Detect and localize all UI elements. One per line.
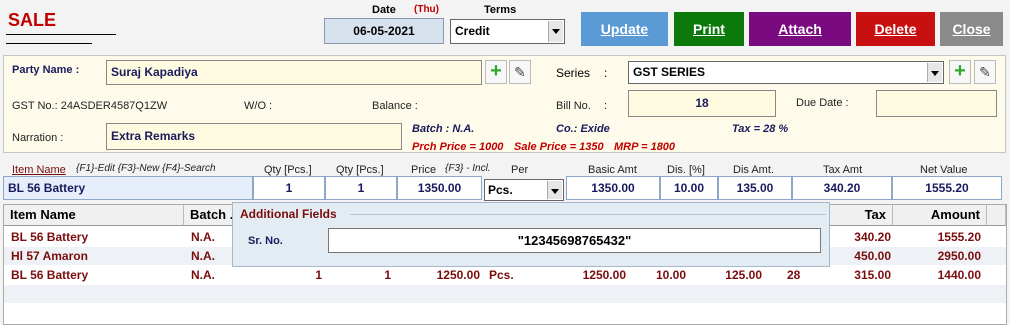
row-tax-pct: 28 bbox=[787, 268, 801, 282]
sr-no-field[interactable]: "12345698765432" bbox=[328, 228, 821, 253]
narration-label: Narration : bbox=[12, 132, 64, 144]
row-qty2: 1 bbox=[384, 268, 391, 282]
title-underline bbox=[6, 34, 116, 35]
sr-no-label: Sr. No. bbox=[248, 235, 283, 247]
row-tax: 450.00 bbox=[854, 249, 891, 263]
grid-tax-header[interactable]: Tax bbox=[829, 205, 893, 226]
balance-label: Balance : bbox=[372, 100, 418, 112]
entry-per-select[interactable]: Pcs. bbox=[484, 179, 564, 201]
due-date-field[interactable] bbox=[876, 90, 997, 117]
row-qty1: 1 bbox=[315, 268, 322, 282]
entry-item-hint: {F1}-Edit {F3}-New {F4}-Search bbox=[76, 163, 216, 174]
entry-dis-pct-header: Dis. [%] bbox=[667, 164, 705, 176]
chevron-down-icon[interactable] bbox=[927, 63, 942, 82]
day-label: (Thu) bbox=[414, 4, 439, 15]
terms-value: Credit bbox=[455, 24, 490, 38]
entry-dis-amt-header: Dis Amt. bbox=[733, 164, 774, 176]
entry-dis-pct-field[interactable]: 10.00 bbox=[660, 176, 718, 200]
page-title: SALE bbox=[8, 10, 57, 30]
chevron-down-icon[interactable] bbox=[547, 181, 562, 199]
entry-qty2-field[interactable]: 1 bbox=[325, 176, 397, 200]
row-batch: N.A. bbox=[191, 249, 215, 263]
entry-net-field[interactable]: 1555.20 bbox=[892, 176, 1002, 200]
add-party-icon[interactable]: + bbox=[485, 60, 507, 84]
table-row[interactable] bbox=[4, 285, 1006, 303]
mrp-info: MRP = 1800 bbox=[614, 141, 676, 153]
edit-party-icon[interactable]: ✎ bbox=[509, 60, 531, 84]
date-field[interactable]: 06-05-2021 bbox=[324, 18, 444, 44]
bill-no-label: Bill No. bbox=[556, 100, 591, 112]
title-underline-short bbox=[6, 43, 92, 44]
row-tax: 315.00 bbox=[854, 268, 891, 282]
row-item: BL 56 Battery bbox=[11, 268, 89, 282]
delete-button[interactable]: Delete bbox=[856, 12, 935, 46]
entry-qty2-header: Qty [Pcs.] bbox=[336, 164, 384, 176]
additional-fields-title: Additional Fields bbox=[240, 207, 341, 221]
tax-info: Tax = 28 % bbox=[732, 123, 789, 135]
grid-header-end bbox=[987, 205, 1006, 226]
entry-price-header: Price bbox=[411, 164, 437, 176]
series-label: Series bbox=[556, 66, 591, 80]
entry-net-header: Net Value bbox=[920, 164, 968, 176]
row-price: 1250.00 bbox=[436, 268, 480, 282]
entry-price-field[interactable]: 1350.00 bbox=[397, 176, 482, 200]
row-amount: 1555.20 bbox=[937, 230, 981, 244]
entry-dis-amt-field[interactable]: 135.00 bbox=[718, 176, 792, 200]
row-basic: 1250.00 bbox=[582, 268, 626, 282]
series-colon: : bbox=[604, 66, 608, 80]
row-dis-amt: 125.00 bbox=[725, 268, 762, 282]
entry-item-field[interactable]: BL 56 Battery bbox=[3, 176, 253, 200]
attach-button[interactable]: Attach bbox=[749, 12, 851, 46]
company-info: Co.: Exide bbox=[556, 123, 610, 135]
sale-price-info: Sale Price = 1350 bbox=[514, 141, 604, 153]
entry-per-header: Per bbox=[511, 164, 529, 176]
entry-qty1-header: Qty [Pcs.] bbox=[264, 164, 312, 176]
wo-label: W/O : bbox=[244, 100, 273, 112]
entry-price-hint: {F3} - Incl. bbox=[445, 163, 491, 174]
entry-item-header: Item Name bbox=[12, 164, 66, 176]
entry-per-value: Pcs. bbox=[488, 183, 513, 197]
row-dis-pct: 10.00 bbox=[655, 268, 686, 282]
row-per: Pcs. bbox=[489, 268, 514, 282]
print-button[interactable]: Print bbox=[674, 12, 744, 46]
entry-tax-field[interactable]: 340.20 bbox=[792, 176, 892, 200]
row-amount: 1440.00 bbox=[937, 268, 981, 282]
entry-tax-header: Tax Amt bbox=[823, 164, 863, 176]
batch-info: Batch : N.A. bbox=[412, 123, 475, 135]
series-select[interactable]: GST SERIES bbox=[628, 61, 944, 84]
date-label: Date bbox=[372, 4, 396, 16]
gst-number: GST No.: 24ASDER4587Q1ZW bbox=[12, 100, 168, 112]
series-value: GST SERIES bbox=[633, 65, 706, 79]
row-item: Hl 57 Amaron bbox=[11, 249, 88, 263]
entry-basic-field[interactable]: 1350.00 bbox=[566, 176, 660, 200]
narration-field[interactable]: Extra Remarks bbox=[106, 123, 402, 150]
party-name-label: Party Name : bbox=[12, 64, 80, 76]
entry-qty1-field[interactable]: 1 bbox=[253, 176, 325, 200]
party-name-field[interactable]: Suraj Kapadiya bbox=[106, 60, 482, 85]
grid-amount-header[interactable]: Amount bbox=[893, 205, 987, 226]
row-tax: 340.20 bbox=[854, 230, 891, 244]
bill-no-colon: : bbox=[604, 100, 608, 112]
update-button[interactable]: Update bbox=[581, 12, 668, 46]
panel-divider bbox=[350, 214, 826, 215]
edit-series-icon[interactable]: ✎ bbox=[974, 60, 996, 84]
chevron-down-icon[interactable] bbox=[548, 21, 563, 42]
grid-item-name-header[interactable]: Item Name bbox=[4, 205, 184, 226]
due-date-label: Due Date : bbox=[796, 97, 849, 109]
bill-no-field[interactable]: 18 bbox=[628, 90, 776, 117]
purchase-price-info: Prch Price = 1000 bbox=[412, 141, 504, 153]
table-row[interactable]: BL 56 Battery N.A. 1 1 1250.00 Pcs. 1250… bbox=[4, 266, 1006, 284]
row-batch: N.A. bbox=[191, 268, 215, 282]
terms-label: Terms bbox=[484, 4, 517, 16]
terms-select[interactable]: Credit bbox=[450, 19, 565, 44]
row-batch: N.A. bbox=[191, 230, 215, 244]
row-amount: 2950.00 bbox=[937, 249, 981, 263]
add-series-icon[interactable]: + bbox=[949, 60, 971, 84]
close-button[interactable]: Close bbox=[940, 12, 1003, 46]
row-item: BL 56 Battery bbox=[11, 230, 89, 244]
entry-basic-header: Basic Amt bbox=[588, 164, 637, 176]
